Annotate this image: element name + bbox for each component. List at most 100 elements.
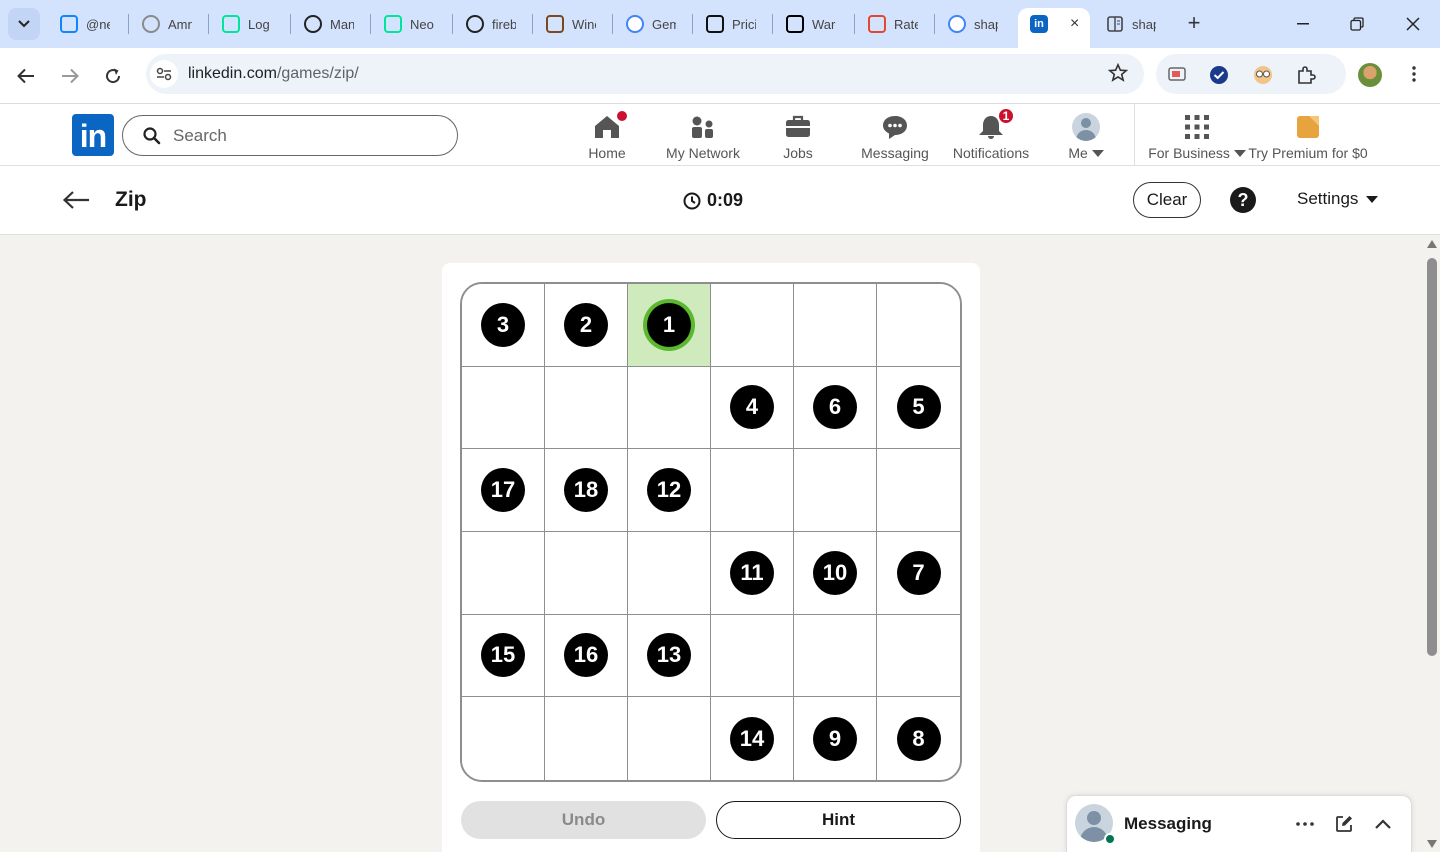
grid-cell[interactable] <box>794 614 877 698</box>
grid-cell[interactable]: 5 <box>877 366 960 450</box>
grid-cell[interactable]: 10 <box>794 531 877 615</box>
grid-cell[interactable] <box>794 284 877 367</box>
undo-button[interactable]: Undo <box>461 801 706 839</box>
linkedin-logo[interactable]: in <box>72 114 114 156</box>
nav-messaging[interactable]: Messaging <box>858 104 932 166</box>
grid-cell[interactable]: 1 <box>628 284 711 367</box>
grid-cell[interactable]: 2 <box>545 284 628 367</box>
grid-cell[interactable] <box>877 449 960 532</box>
grid-cell[interactable] <box>711 614 794 698</box>
grid-cell[interactable] <box>545 366 628 450</box>
bookmark-star-icon[interactable] <box>1107 62 1129 88</box>
browser-tab[interactable]: fireb <box>454 8 530 40</box>
grid-cell[interactable]: 18 <box>545 449 628 532</box>
browser-tab[interactable]: Amn <box>130 8 206 40</box>
nav-notifications[interactable]: 1 Notifications <box>946 104 1036 166</box>
messaging-more-button[interactable] <box>1293 812 1317 836</box>
grid-cell[interactable] <box>877 284 960 367</box>
check-extension-icon[interactable] <box>1208 64 1230 86</box>
profile-avatar-button[interactable] <box>1358 63 1382 87</box>
clear-button[interactable]: Clear <box>1133 182 1201 218</box>
minimize-button[interactable] <box>1288 10 1318 38</box>
grid-cell[interactable]: 9 <box>794 697 877 780</box>
chevron-down-icon <box>18 20 30 28</box>
nav-for-business[interactable]: For Business <box>1148 104 1246 166</box>
nav-me[interactable]: Me <box>1058 104 1114 166</box>
site-info-icon[interactable] <box>150 60 178 88</box>
online-status-dot <box>1104 833 1116 845</box>
tab-title: Pricin <box>732 16 756 32</box>
grid-cell[interactable]: 17 <box>462 449 545 532</box>
browser-tab[interactable]: Gem <box>614 8 690 40</box>
browser-tab[interactable]: shap <box>936 8 1012 40</box>
address-bar[interactable]: linkedin.com/games/zip/ <box>146 54 1144 94</box>
grid-cell[interactable]: 7 <box>877 531 960 615</box>
grid-cell[interactable]: 6 <box>794 366 877 450</box>
grid-cell[interactable]: 8 <box>877 697 960 780</box>
grid-cell[interactable]: 16 <box>545 614 628 698</box>
grid-cell[interactable]: 12 <box>628 449 711 532</box>
grid-cell[interactable] <box>877 614 960 698</box>
grid-cell[interactable] <box>545 697 628 780</box>
browser-tab[interactable]: Neo <box>372 8 448 40</box>
grid-cell[interactable]: 4 <box>711 366 794 450</box>
nav-jobs[interactable]: Jobs <box>770 104 826 166</box>
page-scrollbar[interactable] <box>1424 236 1440 852</box>
restore-icon <box>1350 17 1364 31</box>
tab-active-linkedin[interactable]: in × <box>1018 8 1090 48</box>
scrollbar-thumb[interactable] <box>1427 258 1437 656</box>
puzzle-extensions-icon[interactable] <box>1295 64 1317 86</box>
grid-cell[interactable] <box>628 531 711 615</box>
hint-button[interactable]: Hint <box>716 801 961 839</box>
browser-tab[interactable]: Warp <box>774 8 850 40</box>
browser-tab[interactable]: Pricin <box>694 8 770 40</box>
search-icon <box>143 126 161 144</box>
nav-try-premium[interactable]: Try Premium for $0 <box>1246 104 1370 166</box>
grid-cell[interactable] <box>462 531 545 615</box>
browser-menu-button[interactable] <box>1402 62 1426 86</box>
restore-button[interactable] <box>1342 10 1372 38</box>
close-window-button[interactable] <box>1398 10 1428 38</box>
grid-cell[interactable]: 13 <box>628 614 711 698</box>
nav-home[interactable]: Home <box>576 104 638 166</box>
browser-tab[interactable]: @ne <box>48 8 124 40</box>
glasses-extension-icon[interactable] <box>1252 64 1274 86</box>
grid-cell[interactable] <box>711 284 794 367</box>
reload-button[interactable] <box>99 62 127 90</box>
tab-separator <box>370 14 371 34</box>
browser-tab[interactable]: Log <box>210 8 286 40</box>
close-tab-button[interactable]: × <box>1070 15 1079 33</box>
grid-cell[interactable]: 15 <box>462 614 545 698</box>
help-icon[interactable]: ? <box>1230 187 1256 213</box>
settings-button[interactable]: Settings <box>1297 189 1379 209</box>
tab-search-button[interactable] <box>8 8 40 40</box>
grid-cell[interactable]: 14 <box>711 697 794 780</box>
grid-cell[interactable] <box>545 531 628 615</box>
new-tab-button[interactable]: + <box>1182 12 1206 36</box>
collapse-messaging-button[interactable] <box>1371 812 1395 836</box>
nav-my-network[interactable]: My Network <box>660 104 746 166</box>
browser-tab[interactable]: Rate <box>856 8 932 40</box>
scroll-down-arrow-icon[interactable] <box>1427 840 1437 848</box>
browser-tab[interactable]: Man <box>292 8 368 40</box>
waypoint-number: 16 <box>564 633 608 678</box>
compose-message-button[interactable] <box>1332 812 1356 836</box>
back-to-games-button[interactable] <box>58 184 94 216</box>
grid-cell[interactable] <box>462 697 545 780</box>
browser-tab[interactable]: Winc <box>534 8 610 40</box>
search-input[interactable] <box>173 125 433 146</box>
grid-cell[interactable] <box>711 449 794 532</box>
cast-extension-icon[interactable] <box>1166 64 1188 86</box>
back-button[interactable] <box>12 62 40 90</box>
tab-separator <box>128 14 129 34</box>
messaging-dock[interactable]: Messaging <box>1066 795 1412 852</box>
grid-cell[interactable] <box>794 449 877 532</box>
grid-cell[interactable] <box>628 366 711 450</box>
grid-cell[interactable]: 3 <box>462 284 545 367</box>
scroll-up-arrow-icon[interactable] <box>1427 240 1437 248</box>
grid-cell[interactable]: 11 <box>711 531 794 615</box>
tab-shap-reader[interactable]: shap <box>1094 8 1170 40</box>
grid-cell[interactable] <box>628 697 711 780</box>
grid-cell[interactable] <box>462 366 545 450</box>
forward-button[interactable] <box>56 62 84 90</box>
